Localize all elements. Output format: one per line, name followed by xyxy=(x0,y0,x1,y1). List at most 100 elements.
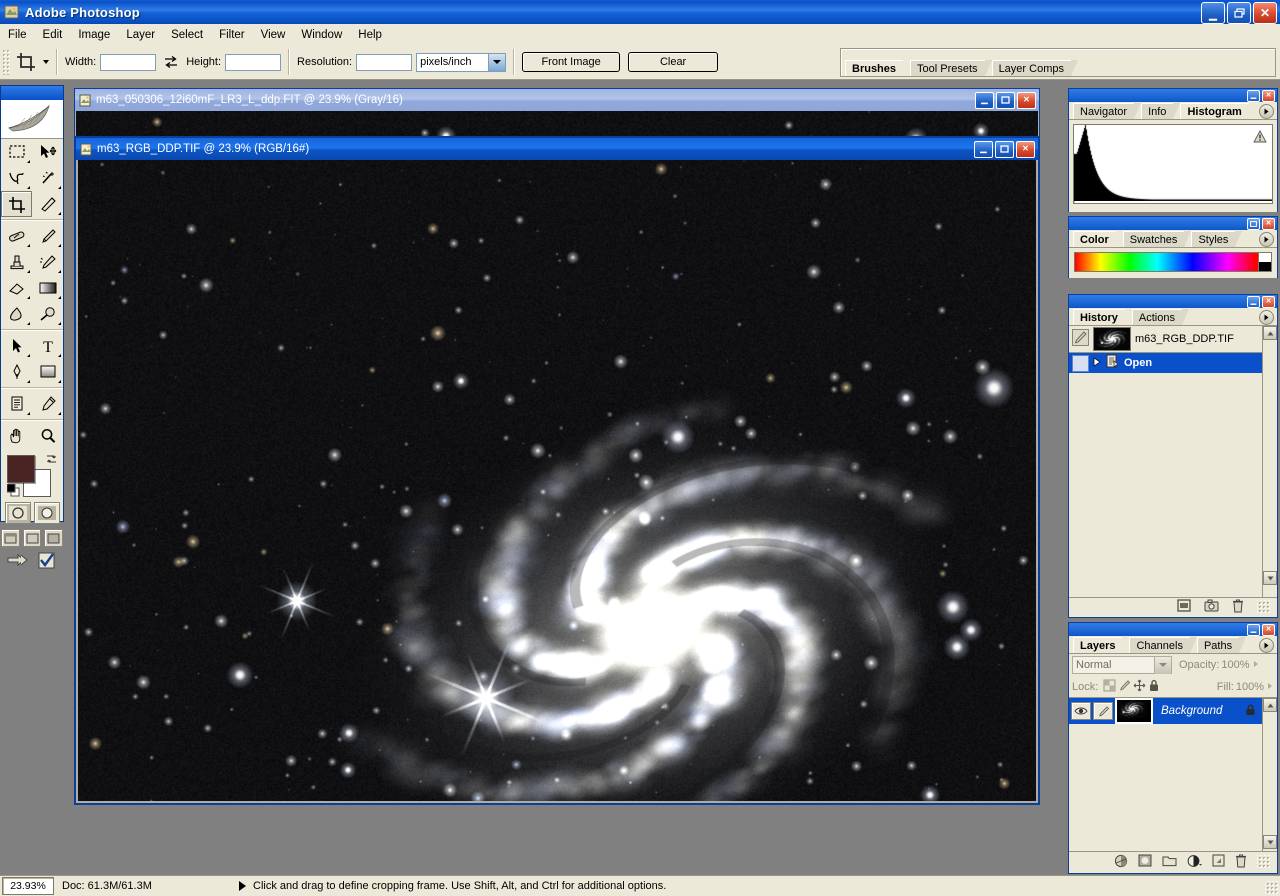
color-restore-button[interactable] xyxy=(1247,218,1260,230)
marquee-tool[interactable] xyxy=(1,139,32,165)
palette-tab-brushes[interactable]: Brushes xyxy=(845,60,903,76)
doc-fit-close-button[interactable]: ✕ xyxy=(1017,92,1036,109)
palette-menu-icon[interactable] xyxy=(1259,310,1274,325)
lasso-tool[interactable] xyxy=(1,165,32,191)
crop-tool[interactable] xyxy=(1,191,32,217)
tab-channels[interactable]: Channels xyxy=(1129,637,1189,653)
layer-visibility-eye-icon[interactable] xyxy=(1071,702,1091,720)
new-layer-icon[interactable] xyxy=(1212,854,1225,870)
history-brush-tool[interactable] xyxy=(32,249,63,275)
jump-to-imageready-icon[interactable] xyxy=(7,552,31,573)
doc-fit-minimize-button[interactable]: ▁ xyxy=(975,92,994,109)
gradient-tool[interactable] xyxy=(32,275,63,301)
new-snapshot-icon[interactable] xyxy=(1204,599,1219,615)
menu-help[interactable]: Help xyxy=(350,27,390,43)
doc-window-fit-titlebar[interactable]: m63_050306_12i60mF_LR3_L_ddp.FIT @ 23.9%… xyxy=(75,89,1039,111)
path-selection-tool[interactable] xyxy=(1,333,32,359)
add-layer-mask-icon[interactable] xyxy=(1138,854,1152,870)
adjustment-layer-icon[interactable] xyxy=(1187,854,1202,871)
resolution-units-select[interactable]: pixels/inch xyxy=(416,53,506,72)
doc-tif-minimize-button[interactable]: ▁ xyxy=(974,141,993,158)
palette-menu-icon[interactable] xyxy=(1259,232,1274,247)
brush-tool[interactable] xyxy=(32,223,63,249)
standard-mask-mode-button[interactable] xyxy=(5,502,31,524)
histogram-palette-titlebar[interactable]: ▁ ✕ xyxy=(1069,89,1277,102)
opacity-stepper-arrow-icon[interactable] xyxy=(1252,659,1260,671)
foreground-color-swatch[interactable] xyxy=(7,455,35,483)
tab-info[interactable]: Info xyxy=(1141,103,1173,119)
chevron-down-icon[interactable] xyxy=(1154,657,1171,674)
menu-file[interactable]: File xyxy=(0,27,35,43)
color-close-button[interactable]: ✕ xyxy=(1262,218,1275,230)
tab-navigator[interactable]: Navigator xyxy=(1073,103,1134,119)
layers-palette-titlebar[interactable]: ▁ ✕ xyxy=(1069,623,1277,636)
resolution-input[interactable] xyxy=(356,54,412,71)
lock-position-icon[interactable] xyxy=(1133,679,1146,695)
slice-tool[interactable] xyxy=(32,191,63,217)
menu-edit[interactable]: Edit xyxy=(35,27,71,43)
new-document-from-state-icon[interactable] xyxy=(1177,599,1191,615)
tab-paths[interactable]: Paths xyxy=(1197,637,1239,653)
doc-window-tif-canvas[interactable] xyxy=(78,160,1036,801)
close-button[interactable]: ✕ xyxy=(1253,2,1277,24)
galaxy-thumbnail[interactable] xyxy=(1115,698,1153,724)
move-tool[interactable] xyxy=(32,139,63,165)
layer-link-brush-icon[interactable] xyxy=(1093,702,1113,720)
doc-fit-maximize-button[interactable] xyxy=(996,92,1015,109)
scroll-down-arrow-icon[interactable] xyxy=(1263,571,1277,585)
clear-button[interactable]: Clear xyxy=(628,52,718,72)
layers-minimize-button[interactable]: ▁ xyxy=(1247,624,1260,636)
full-screen-menubar-mode-button[interactable] xyxy=(23,529,42,547)
menu-filter[interactable]: Filter xyxy=(211,27,253,43)
pen-tool[interactable] xyxy=(1,359,32,385)
full-screen-mode-button[interactable] xyxy=(44,529,63,547)
zoom-tool[interactable] xyxy=(32,423,63,449)
history-scrollbar[interactable] xyxy=(1262,326,1277,597)
hand-tool[interactable] xyxy=(1,423,32,449)
histogram-minimize-button[interactable]: ▁ xyxy=(1247,90,1260,102)
doc-window-tif[interactable]: m63_RGB_DDP.TIF @ 23.9% (RGB/16#) ▁ ✕ xyxy=(74,136,1040,805)
menu-layer[interactable]: Layer xyxy=(118,27,163,43)
resize-grip[interactable] xyxy=(1265,881,1279,895)
history-close-button[interactable]: ✕ xyxy=(1262,296,1275,308)
toolbox-titlebar[interactable] xyxy=(1,86,63,100)
tab-styles[interactable]: Styles xyxy=(1191,231,1235,247)
dodge-tool[interactable] xyxy=(32,301,63,327)
menu-select[interactable]: Select xyxy=(163,27,211,43)
delete-layer-icon[interactable] xyxy=(1235,854,1247,871)
layers-scrollbar[interactable] xyxy=(1262,698,1277,851)
palette-tab-tool-presets[interactable]: Tool Presets xyxy=(910,60,985,76)
new-group-icon[interactable] xyxy=(1162,855,1177,870)
menu-view[interactable]: View xyxy=(253,27,294,43)
default-colors-icon[interactable] xyxy=(7,484,20,497)
palette-tab-layer-comps[interactable]: Layer Comps xyxy=(992,60,1071,76)
black-white-swatch[interactable] xyxy=(1258,253,1271,271)
histogram-close-button[interactable]: ✕ xyxy=(1262,90,1275,102)
scroll-up-arrow-icon[interactable] xyxy=(1263,326,1277,340)
layer-name-label[interactable]: Background xyxy=(1161,705,1222,717)
blend-mode-select[interactable]: Normal xyxy=(1072,656,1172,674)
height-input[interactable] xyxy=(225,54,281,71)
notes-tool[interactable] xyxy=(1,391,32,417)
swap-colors-icon[interactable] xyxy=(45,453,57,465)
document-size-info[interactable]: Doc: 61.3M/61.3M xyxy=(54,880,232,892)
doc-tif-maximize-button[interactable] xyxy=(995,141,1014,158)
color-spectrum-ramp[interactable] xyxy=(1074,252,1272,272)
magic-wand-tool[interactable] xyxy=(32,165,63,191)
history-state-open[interactable]: Open xyxy=(1069,353,1262,373)
eyedropper-tool[interactable] xyxy=(32,391,63,417)
tab-color[interactable]: Color xyxy=(1073,231,1116,247)
tab-actions[interactable]: Actions xyxy=(1132,309,1182,325)
tab-histogram[interactable]: Histogram xyxy=(1180,103,1248,119)
zoom-level-input[interactable]: 23.93% xyxy=(2,877,54,895)
healing-brush-tool[interactable] xyxy=(1,223,32,249)
chevron-down-icon[interactable] xyxy=(488,54,505,71)
opacity-value[interactable]: 100% xyxy=(1221,659,1249,671)
blur-tool[interactable] xyxy=(1,301,32,327)
standard-screen-mode-button[interactable] xyxy=(1,529,20,547)
edit-in-imageready-icon[interactable] xyxy=(37,552,57,573)
color-palette-titlebar[interactable]: ✕ xyxy=(1069,217,1277,230)
lock-all-icon[interactable] xyxy=(1148,679,1160,695)
layer-style-icon[interactable] xyxy=(1114,854,1128,871)
scroll-up-arrow-icon[interactable] xyxy=(1263,698,1277,712)
